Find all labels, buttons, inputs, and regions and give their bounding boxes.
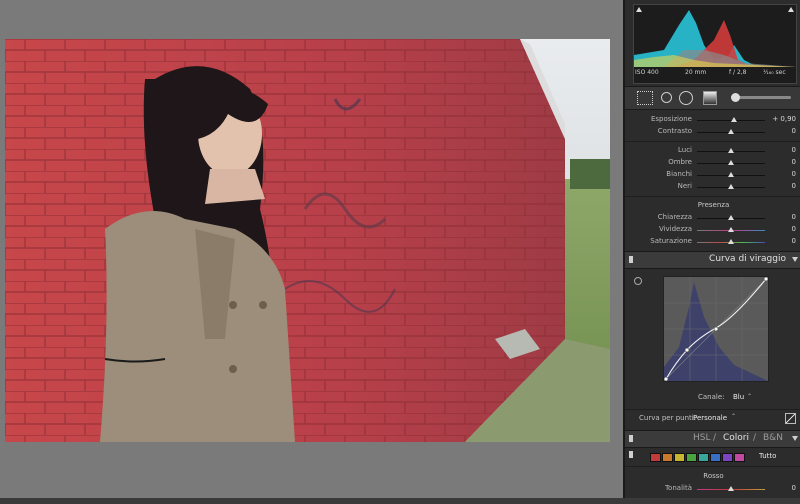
collapse-arrow-icon[interactable] bbox=[792, 257, 798, 262]
panel-toggle-icon[interactable] bbox=[629, 256, 633, 263]
channel-select[interactable]: Blu bbox=[733, 393, 744, 401]
histogram-graph bbox=[634, 10, 796, 67]
slider-hue[interactable]: Tonalità 0 bbox=[625, 483, 800, 494]
point-curve-row: Curva per punti: Personale ⌃ bbox=[625, 413, 800, 425]
slider-thumb[interactable] bbox=[728, 129, 734, 134]
highlight-clipping-icon[interactable] bbox=[788, 7, 794, 12]
slider-blacks[interactable]: Neri 0 bbox=[625, 181, 800, 192]
tab-colori[interactable]: Colori bbox=[723, 433, 749, 443]
slider-saturation[interactable]: Saturazione 0 bbox=[625, 236, 800, 247]
divider bbox=[625, 196, 800, 197]
adjustment-brush-icon[interactable] bbox=[731, 96, 791, 99]
brush-thumb-icon[interactable] bbox=[731, 93, 740, 102]
slider-thumb[interactable] bbox=[728, 184, 734, 189]
image-canvas[interactable] bbox=[0, 0, 620, 504]
slider-highlights[interactable]: Luci 0 bbox=[625, 145, 800, 156]
slider-label: Esposizione bbox=[650, 115, 692, 123]
swatch-magenta[interactable] bbox=[734, 453, 745, 462]
slider-value[interactable]: 0 bbox=[792, 182, 796, 190]
tab-separator: / bbox=[713, 433, 717, 443]
slider-value[interactable]: 0 bbox=[792, 146, 796, 154]
chevron-updown-icon[interactable]: ⌃ bbox=[747, 393, 752, 400]
tone-curve-header[interactable]: Curva di viraggio bbox=[625, 251, 800, 269]
graduated-filter-icon[interactable] bbox=[703, 91, 717, 105]
slider-thumb[interactable] bbox=[728, 227, 734, 232]
slider-vibrance[interactable]: Vividezza 0 bbox=[625, 224, 800, 235]
crop-overlay-icon[interactable] bbox=[637, 91, 653, 105]
exif-focal: 20 mm bbox=[685, 69, 707, 76]
slider-thumb[interactable] bbox=[728, 486, 734, 491]
chevron-updown-icon[interactable]: ⌃ bbox=[731, 413, 736, 420]
slider-thumb[interactable] bbox=[728, 148, 734, 153]
photo-preview[interactable] bbox=[5, 39, 610, 442]
target-adjust-icon[interactable] bbox=[634, 277, 642, 285]
slider-value[interactable]: 0 bbox=[792, 158, 796, 166]
exif-aperture: f / 2,8 bbox=[729, 69, 747, 76]
slider-label: Luci bbox=[677, 146, 692, 154]
slider-label: Ombre bbox=[668, 158, 692, 166]
slider-thumb[interactable] bbox=[731, 117, 737, 122]
red-eye-icon[interactable] bbox=[679, 91, 693, 105]
slider-thumb[interactable] bbox=[728, 239, 734, 244]
slider-value[interactable]: 0 bbox=[792, 170, 796, 178]
tone-curve-graph[interactable] bbox=[663, 276, 769, 382]
tab-bn[interactable]: B&N bbox=[763, 433, 783, 443]
slider-value[interactable]: 0 bbox=[792, 225, 796, 233]
slider-thumb[interactable] bbox=[728, 215, 734, 220]
all-colors-button[interactable]: Tutto bbox=[759, 452, 776, 460]
divider bbox=[625, 466, 800, 467]
edit-point-curve-icon[interactable] bbox=[785, 413, 796, 424]
tab-separator: / bbox=[753, 433, 757, 443]
channel-label: Canale: bbox=[698, 393, 725, 401]
slider-value[interactable]: 0 bbox=[792, 213, 796, 221]
slider-clarity[interactable]: Chiarezza 0 bbox=[625, 212, 800, 223]
shadow-clipping-icon[interactable] bbox=[636, 7, 642, 12]
slider-whites[interactable]: Bianchi 0 bbox=[625, 169, 800, 180]
slider-value[interactable]: + 0,90 bbox=[772, 115, 796, 123]
swatch-yellow[interactable] bbox=[674, 453, 685, 462]
spot-removal-icon[interactable] bbox=[661, 92, 672, 103]
photo-image bbox=[5, 39, 610, 442]
exif-iso: ISO 400 bbox=[635, 69, 659, 76]
slider-contrast[interactable]: Contrasto 0 bbox=[625, 126, 800, 137]
slider-value[interactable]: 0 bbox=[792, 237, 796, 245]
swatch-green[interactable] bbox=[686, 453, 697, 462]
divider bbox=[625, 141, 800, 142]
develop-panel: ISO 400 20 mm f / 2,8 ¹⁄₁₆₀ sec Esposizi… bbox=[623, 0, 800, 504]
swatch-aqua[interactable] bbox=[698, 453, 709, 462]
tab-hsl[interactable]: HSL bbox=[693, 433, 711, 443]
curve-svg bbox=[663, 276, 769, 382]
slider-label: Tonalità bbox=[664, 484, 692, 492]
slider-label: Contrasto bbox=[657, 127, 692, 135]
point-curve-select[interactable]: Personale bbox=[693, 414, 727, 422]
slider-value[interactable]: 0 bbox=[792, 484, 796, 492]
slider-shadows[interactable]: Ombre 0 bbox=[625, 157, 800, 168]
tone-curve-title: Curva di viraggio bbox=[709, 254, 786, 264]
bottom-bar bbox=[0, 498, 800, 504]
presence-title: Presenza bbox=[697, 201, 730, 209]
swatch-orange[interactable] bbox=[662, 453, 673, 462]
swatch-red[interactable] bbox=[650, 453, 661, 462]
slider-exposure[interactable]: Esposizione + 0,90 bbox=[625, 114, 800, 125]
tool-strip bbox=[625, 86, 800, 110]
slider-label: Chiarezza bbox=[657, 213, 692, 221]
collapse-arrow-icon[interactable] bbox=[792, 436, 798, 441]
channel-row: Canale: Blu ⌃ bbox=[625, 393, 800, 403]
panel-toggle-icon[interactable] bbox=[629, 435, 633, 442]
slider-label: Neri bbox=[677, 182, 692, 190]
slider-label: Bianchi bbox=[666, 170, 692, 178]
color-group-title: Rosso bbox=[703, 472, 724, 480]
hsl-header[interactable]: HSL / Colori / B&N bbox=[625, 430, 800, 448]
point-curve-label: Curva per punti: bbox=[639, 414, 697, 422]
slider-label: Vividezza bbox=[658, 225, 692, 233]
divider bbox=[625, 409, 800, 410]
slider-thumb[interactable] bbox=[728, 172, 734, 177]
swatch-purple[interactable] bbox=[722, 453, 733, 462]
slider-thumb[interactable] bbox=[728, 160, 734, 165]
slider-value[interactable]: 0 bbox=[792, 127, 796, 135]
slider-label: Saturazione bbox=[650, 237, 692, 245]
swatch-blue[interactable] bbox=[710, 453, 721, 462]
panel-toggle-icon[interactable] bbox=[629, 451, 633, 458]
exif-shutter: ¹⁄₁₆₀ sec bbox=[763, 69, 786, 76]
